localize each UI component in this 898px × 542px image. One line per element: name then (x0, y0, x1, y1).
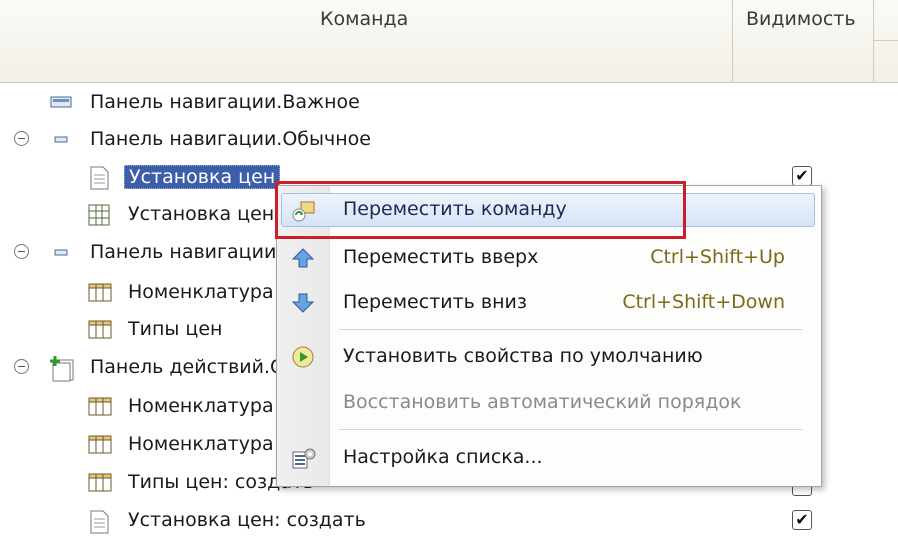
menu-item-restore-auto-order[interactable]: Восстановить автоматический порядок (277, 383, 821, 423)
tree-row-label: Установка цен (128, 203, 275, 225)
tree-row-label: Типы цен (128, 318, 223, 340)
table-header: Команда Видимость (0, 0, 898, 83)
collapse-icon[interactable] (14, 244, 29, 259)
tree-row-label: Установка цен (124, 165, 281, 189)
menu-item-label: Переместить вниз (343, 291, 527, 313)
tree-row[interactable]: Установка цен: создать ✔ (0, 503, 898, 540)
arrow-up-icon (291, 246, 315, 270)
column-header-visibility[interactable]: Видимость (733, 0, 874, 82)
panel-icon (50, 92, 72, 112)
tree-row-label: Номенклатура (128, 433, 274, 455)
collapse-icon[interactable] (14, 359, 29, 374)
table-icon (88, 319, 112, 339)
panel-small-icon (52, 129, 72, 149)
column-header-command-label: Команда (320, 8, 409, 30)
tree-row[interactable]: Панель навигации.Важное (0, 85, 898, 122)
table-icon (88, 434, 112, 454)
menu-item-label: Восстановить автоматический порядок (343, 391, 742, 413)
tree-row-label: Номенклатура (128, 395, 274, 417)
column-header-command[interactable]: Команда (0, 0, 733, 82)
tree-row-label: Установка цен: создать (128, 509, 366, 531)
annotation-highlight-box (275, 181, 686, 239)
visibility-checkbox[interactable]: ✔ (792, 510, 812, 530)
tree-row-label: Панель действий.С (90, 356, 284, 378)
table-icon (88, 396, 112, 416)
table-icon (88, 472, 112, 492)
tree-row-label: Панель навигации.Важное (90, 91, 360, 113)
tree-row-label: Номенклатура (128, 281, 274, 303)
tree-row[interactable]: Панель навигации.Обычное (0, 122, 898, 159)
action-panel-icon (48, 354, 76, 382)
menu-item-list-settings[interactable]: Настройка списка... (277, 438, 821, 478)
menu-item-shortcut: Ctrl+Shift+Down (622, 291, 785, 313)
menu-item-move-up[interactable]: Переместить вверх Ctrl+Shift+Up (277, 238, 821, 278)
menu-item-shortcut: Ctrl+Shift+Up (650, 246, 785, 268)
column-header-extra (874, 0, 898, 82)
table-icon (88, 282, 112, 302)
tree-row-label: Панель навигации.Обычное (90, 128, 371, 150)
column-header-visibility-label: Видимость (746, 8, 856, 30)
menu-item-label: Настройка списка... (343, 446, 543, 468)
menu-separator (339, 429, 803, 430)
arrow-down-icon (291, 291, 315, 315)
visibility-checkbox[interactable]: ✔ (792, 166, 812, 186)
tree-row-label: Панель навигации (90, 241, 277, 263)
menu-item-set-default-properties[interactable]: Установить свойства по умолчанию (277, 337, 821, 377)
menu-item-label: Установить свойства по умолчанию (343, 345, 703, 367)
document-icon (88, 166, 109, 190)
list-settings-icon (291, 446, 316, 470)
menu-item-move-down[interactable]: Переместить вниз Ctrl+Shift+Down (277, 283, 821, 323)
default-properties-icon (291, 345, 315, 369)
document-icon (88, 510, 109, 534)
collapse-icon[interactable] (14, 131, 29, 146)
panel-small-icon (52, 242, 72, 262)
menu-separator (339, 329, 803, 330)
table-grid-icon (88, 204, 110, 226)
menu-item-label: Переместить вверх (343, 246, 539, 268)
